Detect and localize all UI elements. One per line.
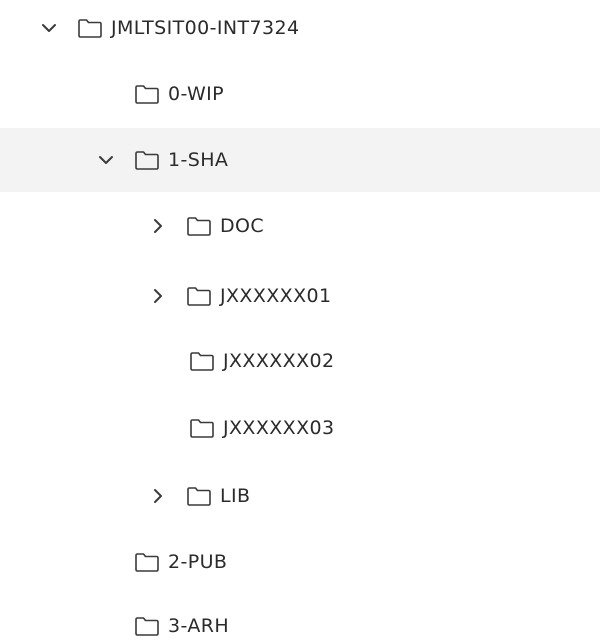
tree-item-label: 3-ARH xyxy=(168,615,230,637)
tree-item-label: JXXXXXX02 xyxy=(223,350,335,372)
chevron-right-icon[interactable] xyxy=(146,214,170,238)
tree-item-jmltsit00-int7324[interactable]: JMLTSIT00-INT7324 xyxy=(0,2,600,54)
folder-icon xyxy=(189,417,215,439)
folder-icon xyxy=(134,551,160,573)
tree-item-label: 0-WIP xyxy=(168,83,225,105)
folder-icon xyxy=(77,17,103,39)
tree-item-3-arh[interactable]: 3-ARH xyxy=(0,600,600,643)
folder-icon xyxy=(186,215,212,237)
tree-item-jxxxxxx02[interactable]: JXXXXXX02 xyxy=(0,335,600,387)
tree-item-label: DOC xyxy=(220,215,265,237)
chevron-right-icon[interactable] xyxy=(146,284,170,308)
tree-item-lib[interactable]: LIB xyxy=(0,470,600,522)
tree-item-doc[interactable]: DOC xyxy=(0,200,600,252)
tree-item-0-wip[interactable]: 0-WIP xyxy=(0,68,600,120)
folder-icon xyxy=(134,83,160,105)
tree-item-label: JMLTSIT00-INT7324 xyxy=(111,17,300,39)
tree-item-jxxxxxx03[interactable]: JXXXXXX03 xyxy=(0,402,600,454)
chevron-down-icon[interactable] xyxy=(94,148,118,172)
tree-item-2-pub[interactable]: 2-PUB xyxy=(0,536,600,588)
tree-item-1-sha[interactable]: 1-SHA xyxy=(0,128,600,192)
folder-tree: JMLTSIT00-INT7324 0-WIP 1-SHA DOC JXXXXX… xyxy=(0,0,600,643)
tree-item-label: JXXXXXX03 xyxy=(223,417,335,439)
tree-item-jxxxxxx01[interactable]: JXXXXXX01 xyxy=(0,270,600,322)
folder-icon xyxy=(189,350,215,372)
tree-item-label: LIB xyxy=(220,485,251,507)
folder-icon xyxy=(186,485,212,507)
tree-item-label: 2-PUB xyxy=(168,551,228,573)
tree-item-label: 1-SHA xyxy=(168,149,229,171)
tree-item-label: JXXXXXX01 xyxy=(220,285,332,307)
chevron-right-icon[interactable] xyxy=(146,484,170,508)
folder-icon xyxy=(134,149,160,171)
chevron-down-icon[interactable] xyxy=(37,16,61,40)
folder-icon xyxy=(186,285,212,307)
folder-icon xyxy=(134,615,160,637)
